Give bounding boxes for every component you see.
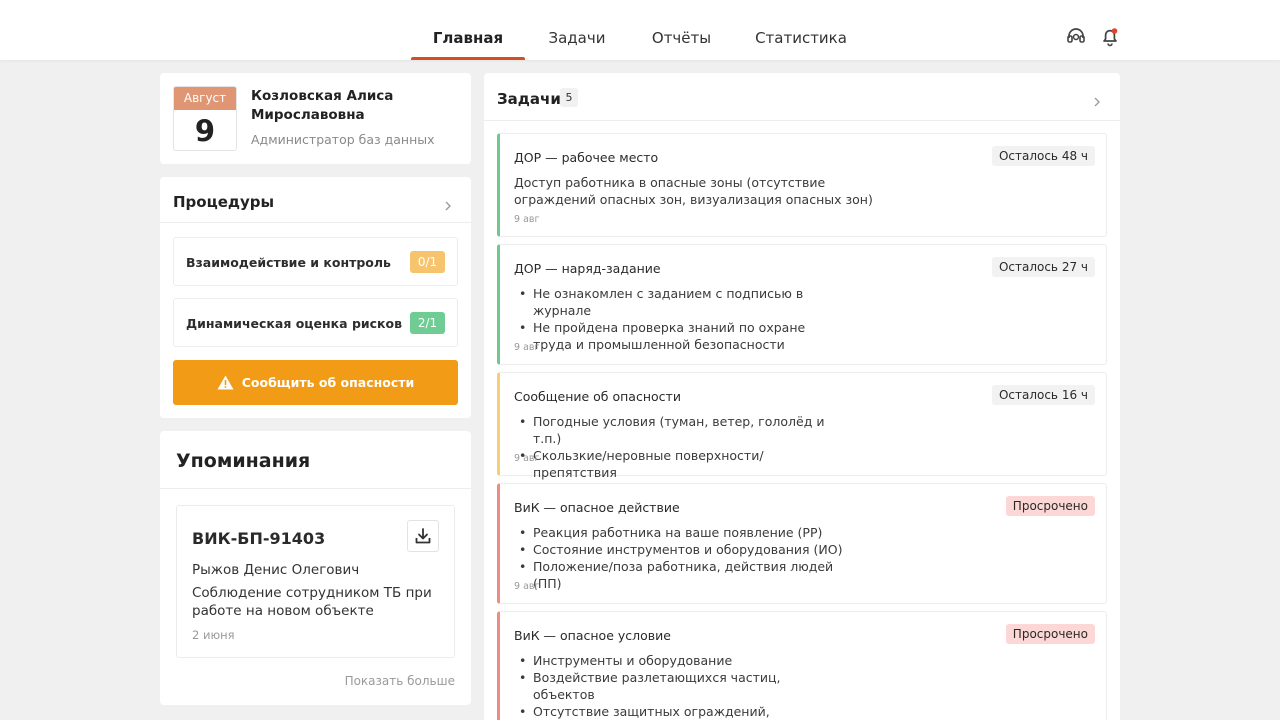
task-bullet-list: Не ознакомлен с заданием с подписью в жу…: [514, 285, 844, 353]
tasks-title: Задачи: [497, 90, 561, 108]
task-bullet: Скользкие/неровные поверхности/препятств…: [514, 447, 844, 481]
tasks-count-badge: 5: [560, 88, 578, 107]
divider: [484, 120, 1120, 121]
report-hazard-label: Сообщить об опасности: [241, 375, 415, 390]
procedures-panel: Процедуры Взаимодействие и контроль 0/1 …: [160, 177, 471, 418]
divider: [160, 222, 471, 223]
mention-description: Соблюдение сотрудником ТБ при работе на …: [192, 585, 432, 619]
top-bar: Главная Задачи Отчёты Статистика: [0, 0, 1280, 60]
divider: [160, 488, 471, 489]
task-description: Доступ работника в опасные зоны (отсутст…: [514, 175, 873, 207]
task-bullet: Инструменты и оборудование: [514, 652, 844, 669]
task-card[interactable]: ВиК — опасное условие Просрочено Инструм…: [497, 611, 1107, 720]
warning-icon: [217, 375, 234, 390]
task-bullet: Отсутствие защитных ограждений, визуальн…: [514, 703, 844, 720]
task-bullet: Не ознакомлен с заданием с подписью в жу…: [514, 285, 844, 319]
main-nav: Главная Задачи Отчёты Статистика: [411, 0, 868, 60]
task-title: ДОР — рабочее место: [514, 150, 659, 165]
task-deadline-badge: Осталось 48 ч: [991, 146, 1095, 166]
task-card[interactable]: Сообщение об опасности Осталось 16 ч Пог…: [497, 372, 1107, 480]
procedure-count-badge: 2/1: [410, 312, 445, 334]
task-overdue-badge: Просрочено: [1005, 496, 1095, 516]
report-hazard-button[interactable]: Сообщить об опасности: [173, 360, 458, 405]
user-role: Администратор баз данных: [251, 132, 435, 147]
procedure-item-interaction[interactable]: Взаимодействие и контроль 0/1: [173, 237, 458, 286]
mention-card[interactable]: ВИК-БП-91403 Рыжов Денис Олегович Соблюд…: [176, 505, 455, 658]
task-title: ВиК — опасное действие: [514, 500, 680, 515]
task-date: 9 авг: [514, 342, 540, 353]
task-title: Сообщение об опасности: [514, 389, 681, 404]
bell-icon[interactable]: [1099, 26, 1121, 48]
support-icon[interactable]: [1065, 26, 1087, 48]
task-bullet-list: Реакция работника на ваше появление (РР)…: [514, 524, 844, 592]
nav-tab-statistics[interactable]: Статистика: [734, 0, 868, 60]
mentions-panel: Упоминания ВИК-БП-91403 Рыжов Денис Олег…: [160, 431, 471, 705]
procedures-title: Процедуры: [173, 193, 275, 211]
procedure-item-risk-assessment[interactable]: Динамическая оценка рисков 2/1: [173, 298, 458, 347]
date-day: 9: [194, 114, 216, 148]
nav-tab-tasks[interactable]: Задачи: [525, 0, 629, 60]
task-card[interactable]: ДОР — наряд-задание Осталось 27 ч Не озн…: [497, 244, 1107, 365]
tasks-panel: Задачи 5 ДОР — рабочее место Осталось 48…: [484, 73, 1120, 720]
chevron-right-icon[interactable]: [1092, 92, 1102, 107]
mention-person: Рыжов Денис Олегович: [192, 562, 360, 578]
mention-date: 2 июня: [192, 628, 235, 642]
download-button[interactable]: [407, 520, 439, 552]
task-card[interactable]: ВиК — опасное действие Просрочено Реакци…: [497, 483, 1107, 604]
task-date: 9 авг: [514, 581, 540, 592]
date-card: Август 9: [173, 86, 237, 151]
chevron-right-icon[interactable]: [443, 196, 453, 211]
task-bullet: Положение/поза работника, действия людей…: [514, 558, 844, 592]
user-name: Козловская Алиса Мирославовна: [251, 88, 394, 123]
task-deadline-badge: Осталось 27 ч: [991, 257, 1095, 277]
task-bullet: Воздействие разлетающихся частиц, объект…: [514, 669, 844, 703]
task-title: ДОР — наряд-задание: [514, 261, 661, 276]
task-bullet-list: Погодные условия (туман, ветер, гололёд …: [514, 413, 844, 481]
task-bullet: Реакция работника на ваше появление (РР): [514, 524, 844, 541]
nav-tab-reports[interactable]: Отчёты: [629, 0, 734, 60]
task-bullet: Не пройдена проверка знаний по охране тр…: [514, 319, 844, 353]
profile-panel: Август 9 Козловская Алиса Мирославовна А…: [160, 73, 471, 164]
task-bullet: Состояние инструментов и оборудования (И…: [514, 541, 844, 558]
task-card[interactable]: ДОР — рабочее место Осталось 48 ч Доступ…: [497, 133, 1107, 237]
download-icon: [414, 527, 432, 545]
task-date: 9 авг: [514, 214, 540, 225]
date-month: Август: [174, 87, 236, 110]
task-deadline-badge: Осталось 16 ч: [991, 385, 1095, 405]
task-bullet-list: Инструменты и оборудование Воздействие р…: [514, 652, 844, 720]
task-title: ВиК — опасное условие: [514, 628, 671, 643]
mention-code: ВИК-БП-91403: [192, 529, 326, 548]
task-bullet: Погодные условия (туман, ветер, гололёд …: [514, 413, 844, 447]
procedure-label: Динамическая оценка рисков: [186, 316, 403, 331]
task-date: 9 авг: [514, 453, 540, 464]
procedure-count-badge: 0/1: [410, 251, 445, 273]
show-more-link[interactable]: Показать больше: [345, 674, 455, 688]
procedure-label: Взаимодействие и контроль: [186, 255, 391, 270]
nav-tab-home[interactable]: Главная: [411, 0, 525, 60]
task-overdue-badge: Просрочено: [1005, 624, 1095, 644]
mentions-title: Упоминания: [176, 450, 311, 472]
